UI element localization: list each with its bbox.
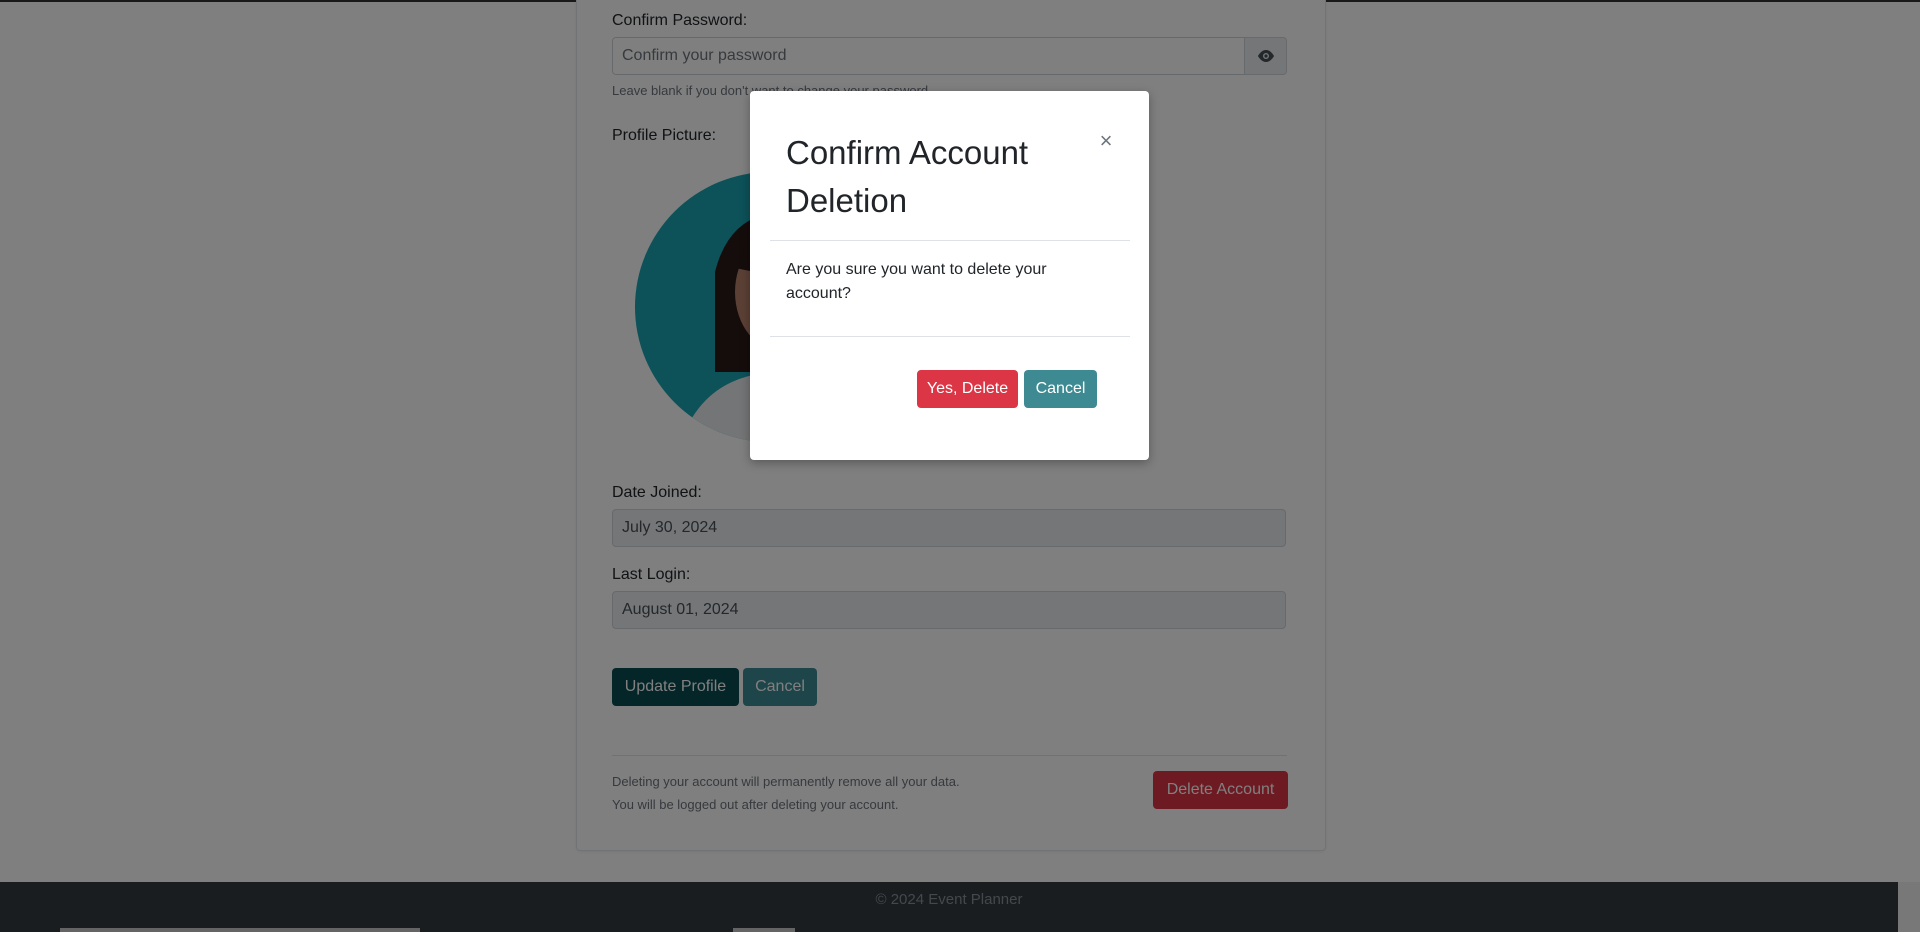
modal-title: Confirm Account Deletion bbox=[786, 134, 1029, 219]
modal-body-text: Are you sure you want to delete your acc… bbox=[786, 261, 1047, 302]
confirm-delete-button[interactable]: Yes, Delete bbox=[917, 370, 1018, 408]
close-icon[interactable]: × bbox=[1094, 128, 1118, 153]
modal-header-divider bbox=[770, 240, 1130, 241]
modal-footer-divider bbox=[770, 336, 1130, 337]
confirm-deletion-modal: Confirm Account Deletion × Are you sure … bbox=[750, 91, 1149, 460]
modal-cancel-button[interactable]: Cancel bbox=[1024, 370, 1097, 408]
